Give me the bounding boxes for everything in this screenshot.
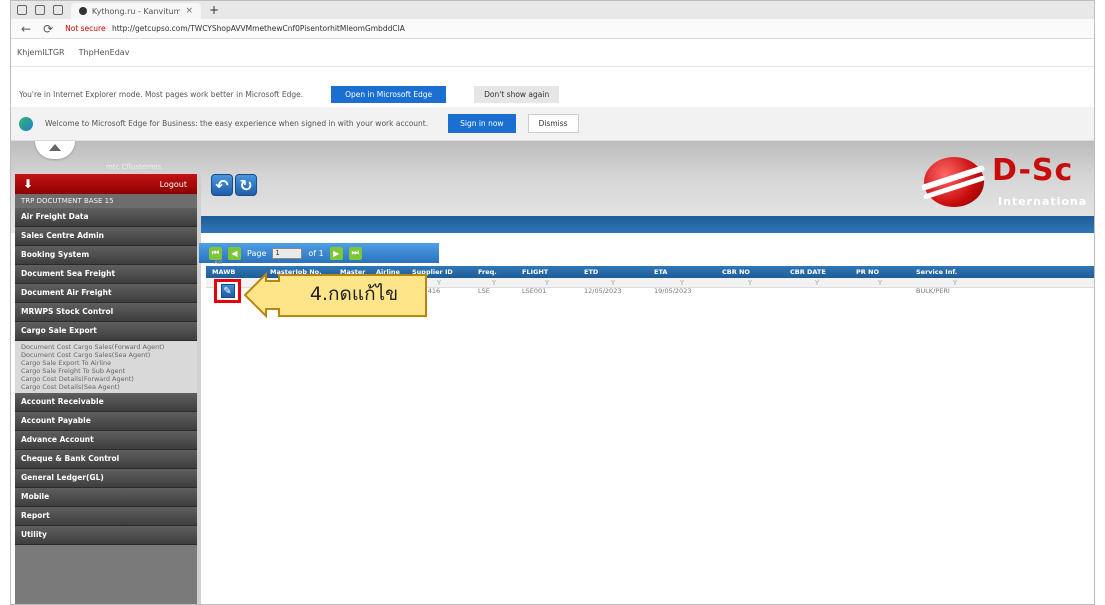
logout-label[interactable]: Logout [160,180,187,189]
edge-logo-icon [19,116,33,131]
dont-show-again-button[interactable]: Don't show again [474,85,560,103]
favorite-link[interactable]: ThpHenEdav [79,48,130,57]
back-button[interactable]: ↶ [211,174,233,196]
logo-brand: D-Sc [992,153,1074,188]
profile-icon[interactable] [17,5,27,15]
edit-icon[interactable]: ✎ [220,284,235,298]
ie-mode-message: You're in Internet Explorer mode. Most p… [19,89,304,99]
sidebar-item[interactable]: Account Payable [15,412,197,431]
column-header[interactable]: PR NO [850,266,910,278]
tab-bar: Kythong.ru - Kanvitum × + [11,1,1094,19]
sidebar-item[interactable]: Advance Account [15,431,197,450]
sidebar-item[interactable]: Document Air Freight [15,284,197,303]
refresh-button[interactable]: ↻ [235,174,257,196]
grid-pager: ⏮ ◀ Page 1 of 1 ▶ ⏭ [199,243,439,263]
dismiss-button[interactable]: Dismiss [527,114,579,133]
table-cell: LSE001 [522,287,547,295]
sidebar-submenu: Document Cost Cargo Sales(Forward Agent)… [15,341,197,393]
sidebar-section-title: TRP DOCUTMENT BASE 15 [15,194,197,208]
first-page-icon[interactable]: ⏮ [209,246,222,260]
address-bar: ← ⟳ Not secure http://getcupso.com/TWCYS… [11,19,1094,39]
sidebar-item[interactable]: Air Freight Data [15,208,197,227]
favorites-bar: KhjemILTGR ThpHenEdav [11,39,1094,67]
browser-tab[interactable]: Kythong.ru - Kanvitum × [71,3,201,19]
ie-mode-notification: You're in Internet Explorer mode. Most p… [11,81,1094,107]
tab-title: Kythong.ru - Kanvitum [91,6,181,16]
sidebar-item[interactable]: Mobile [15,488,197,507]
sidebar-item[interactable]: Sales Centre Admin [15,227,197,246]
collections-icon[interactable] [35,5,45,15]
url-text: http://getcupso.com/TWCYShopAVVMmethewCn… [111,24,405,33]
favorite-link[interactable]: KhjemILTGR [17,48,65,57]
column-header[interactable]: FLIGHT [516,266,578,278]
open-in-edge-button[interactable]: Open in Microsoft Edge [331,85,447,103]
column-header[interactable]: Service Inf. [910,266,1000,278]
table-cell: BULK/PERI [916,287,950,295]
column-header[interactable]: CBR DATE [784,266,850,278]
submenu-item[interactable]: Cargo Cost Details(Forward Agent) [21,375,191,383]
table-cell: 19/05/2023 [654,287,692,295]
table-cell: LSE [478,287,490,295]
edge-signin-notification: Welcome to Microsoft Edge for Business: … [11,107,1094,141]
sidebar-item[interactable]: Utility [15,526,197,545]
submenu-item[interactable]: Document Cost Cargo Sales(Sea Agent) [21,351,191,359]
ab-label: AB [214,259,223,266]
page-label: Page [247,248,267,258]
submenu-item[interactable]: Cargo Sale Export To Airline [21,359,191,367]
column-header[interactable]: ETA [648,266,716,278]
logout-bar[interactable]: ⬇ Logout [15,174,197,194]
down-arrow-icon: ⬇ [23,177,34,191]
column-header[interactable]: ETD [578,266,648,278]
sidebar: ⬇ Logout TRP DOCUTMENT BASE 15 Air Freig… [15,174,197,604]
sidebar-item[interactable]: Account Receivable [15,393,197,412]
app-area: mtc Cflustermis D-Sc Internationa ⬇ Logo… [11,141,1094,604]
sidebar-item[interactable]: Cheque & Bank Control [15,450,197,469]
page-input[interactable]: 1 [272,247,303,259]
header-blue-bar [191,216,1094,233]
sidebar-item[interactable]: Report [15,507,197,526]
url-field[interactable]: Not secure http://getcupso.com/TWCYShopA… [65,24,405,33]
sign-in-button[interactable]: Sign in now [448,114,516,133]
security-warning[interactable]: Not secure [65,24,105,33]
last-page-icon[interactable]: ⏭ [348,246,362,260]
page-of-label: of 1 [308,248,324,258]
logo-tagline: Internationa [998,195,1088,208]
instruction-callout: 4.กดแก้ไข [244,271,430,319]
favicon-icon [79,7,87,15]
submenu-item[interactable]: Document Cost Cargo Sales(Forward Agent) [21,343,191,351]
next-page-icon[interactable]: ▶ [329,246,343,260]
edit-highlight: ✎ [214,279,241,303]
user-text: mtc Cflustermis [106,163,162,171]
table-cell: 12/05/2023 [584,287,622,295]
tab-actions-icon[interactable] [53,5,63,15]
sidebar-item[interactable]: MRWPS Stock Control [15,303,197,322]
sidebar-item[interactable]: Booking System [15,246,197,265]
new-tab-icon[interactable]: + [209,3,219,17]
company-logo: D-Sc Internationa [924,149,1094,209]
prev-page-icon[interactable]: ◀ [228,246,241,260]
submenu-item[interactable]: Cargo Cost Details(Sea Agent) [21,383,191,391]
sidebar-item-cargo-sale-export[interactable]: Cargo Sale Export [15,322,197,341]
sidebar-scrollbar[interactable] [197,174,201,604]
refresh-icon[interactable]: ⟳ [43,22,53,36]
submenu-item[interactable]: Cargo Sale Freight To Sub Agent [21,367,191,375]
close-tab-icon[interactable]: × [185,6,193,16]
logo-globe-icon [924,157,984,207]
browser-window: Kythong.ru - Kanvitum × + ← ⟳ Not secure… [10,0,1095,605]
sidebar-item[interactable]: Document Sea Freight [15,265,197,284]
column-header[interactable]: Freq. [472,266,516,278]
sidebar-item[interactable]: General Ledger(GL) [15,469,197,488]
back-icon[interactable]: ← [21,22,31,36]
edge-signin-message: Welcome to Microsoft Edge for Business: … [45,119,429,128]
callout-text: 4.กดแก้ไข [309,283,399,305]
column-header[interactable]: CBR NO [716,266,784,278]
